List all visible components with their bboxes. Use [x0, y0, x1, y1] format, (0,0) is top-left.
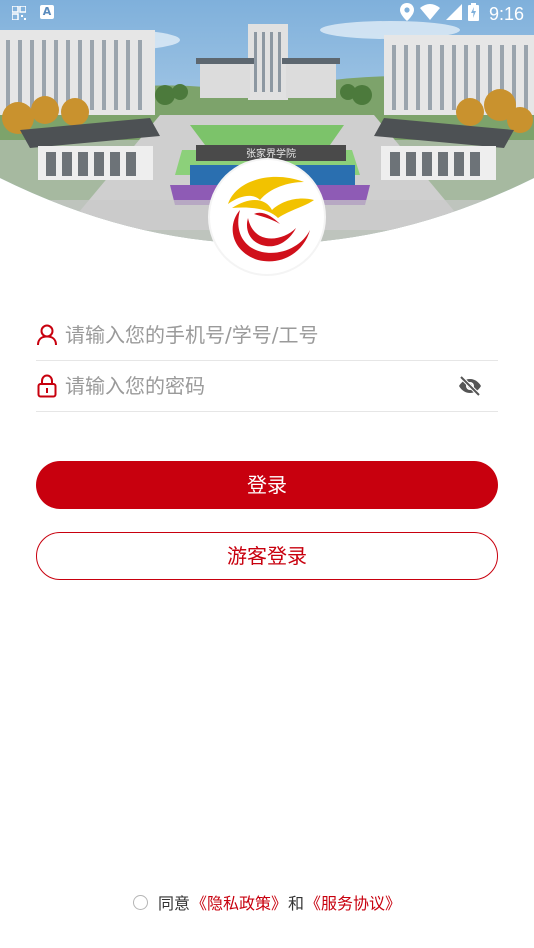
campus-sign: 张家界学院	[246, 147, 296, 160]
agree-prefix: 同意	[157, 894, 190, 913]
password-field	[36, 361, 498, 412]
agree-radio[interactable]	[132, 894, 148, 910]
password-input[interactable]	[65, 366, 456, 406]
status-bar: A 9:16	[0, 0, 534, 28]
agree-joiner: 和	[288, 894, 305, 913]
account-field	[36, 310, 498, 361]
battery-icon	[467, 3, 479, 26]
login-screen: 张家界学院 A 9:16 请输入您的手机号/学号/工号 登录 游客登录 同意 《…	[0, 0, 534, 948]
privacy-policy-link[interactable]: 《隐私政策》	[191, 890, 287, 914]
account-input[interactable]	[65, 315, 498, 355]
user-icon	[36, 323, 58, 347]
location-icon	[399, 3, 414, 26]
signal-icon	[445, 4, 462, 25]
logo-emblem-icon	[228, 176, 314, 262]
eye-hidden-icon[interactable]	[456, 372, 484, 400]
status-time: 9:16	[488, 4, 524, 24]
wifi-icon	[419, 4, 440, 25]
agreement-row: 同意 《隐私政策》 和 《服务协议》	[0, 890, 534, 914]
qr-icon	[11, 5, 27, 21]
lock-icon	[36, 374, 58, 398]
guest-login-button[interactable]: 游客登录	[36, 532, 498, 580]
service-agreement-link[interactable]: 《服务协议》	[305, 890, 401, 914]
login-button[interactable]: 登录	[36, 461, 498, 509]
a-badge-icon: A	[40, 5, 54, 19]
school-logo	[210, 160, 324, 274]
